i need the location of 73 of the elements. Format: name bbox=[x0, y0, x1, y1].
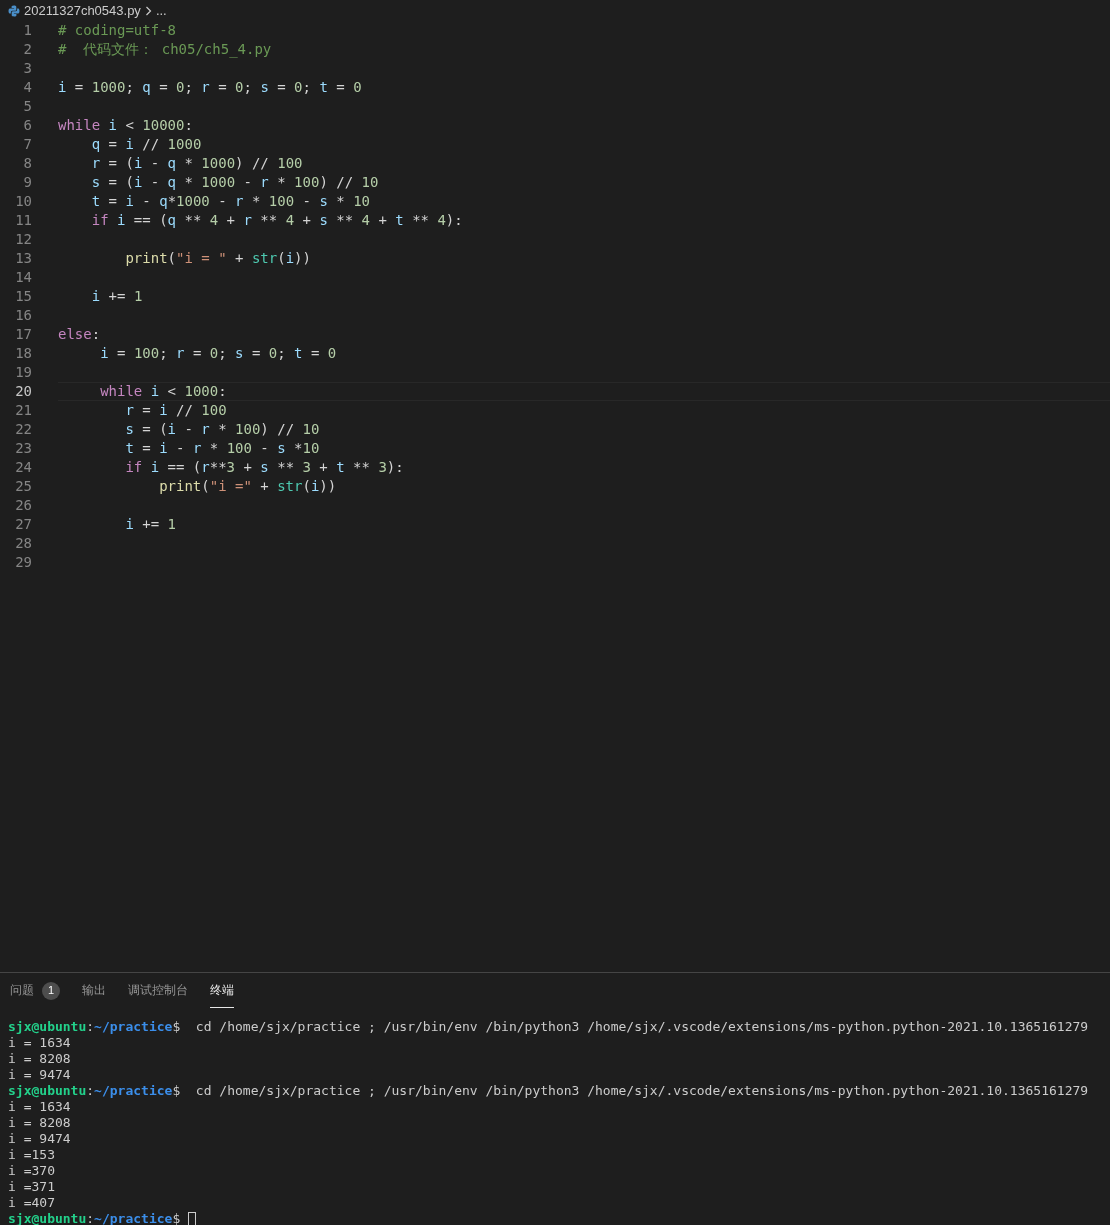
terminal-command: cd /home/sjx/practice ; /usr/bin/env /bin/python3 /home/sjx/.vscode/extensions/ms-python.python-2021.10.1365161279 bbox=[194, 1019, 1089, 1035]
line-number: 5 bbox=[22, 97, 32, 116]
line-number: 22 bbox=[14, 420, 32, 439]
panel-tab[interactable]: 问题 bbox=[10, 973, 34, 1008]
line-number: 23 bbox=[14, 439, 32, 458]
code-line: t = i - q*1000 - r * 100 - s * 10 bbox=[90, 192, 370, 211]
line-number: 11 bbox=[14, 211, 32, 230]
line-number: 3 bbox=[22, 59, 32, 78]
code-line: s = (i - q * 1000 - r * 100) // 10 bbox=[90, 173, 379, 192]
count-badge: 1 bbox=[42, 981, 60, 1000]
terminal-prompt: sjx@ubuntu:~/practice$ bbox=[8, 1019, 181, 1035]
panel-tab[interactable]: 输出 bbox=[82, 973, 106, 1008]
code-line: i = 1000; q = 0; r = 0; s = 0; t = 0 bbox=[58, 78, 362, 97]
code-line: else: bbox=[58, 325, 101, 344]
line-number: 25 bbox=[14, 477, 32, 496]
line-number: 21 bbox=[14, 401, 32, 420]
terminal-output: i = 1634 bbox=[8, 1035, 71, 1051]
code-line: q = i // 1000 bbox=[90, 135, 202, 154]
line-number: 1 bbox=[22, 21, 32, 40]
code-line: t = i - r * 100 - s *10 bbox=[124, 439, 320, 458]
line-number: 27 bbox=[14, 515, 32, 534]
line-number: 10 bbox=[14, 192, 32, 211]
line-number: 17 bbox=[14, 325, 32, 344]
line-number: 9 bbox=[22, 173, 32, 192]
code-comment: # 代码文件： ch05/ch5_4.py bbox=[58, 40, 272, 60]
line-number: 2 bbox=[22, 40, 32, 59]
python-file-icon bbox=[8, 4, 20, 17]
code-line: while i < 10000: bbox=[58, 116, 193, 135]
line-number: 8 bbox=[22, 154, 32, 173]
code-line: r = i // 100 bbox=[124, 401, 227, 420]
line-number: 15 bbox=[14, 287, 32, 306]
code-line: i = 100; r = 0; s = 0; t = 0 bbox=[99, 344, 337, 363]
terminal-output: i =153 bbox=[8, 1147, 55, 1163]
terminal-output: i = 1634 bbox=[8, 1099, 71, 1115]
terminal-prompt: sjx@ubuntu:~/practice$ bbox=[8, 1083, 181, 1099]
terminal-output: i = 8208 bbox=[8, 1051, 71, 1067]
code-line: r = (i - q * 1000) // 100 bbox=[90, 154, 303, 173]
line-number: 6 bbox=[22, 116, 32, 135]
line-number: 12 bbox=[14, 230, 32, 249]
code-comment: # coding=utf-8 bbox=[58, 21, 176, 40]
line-number: 20 bbox=[14, 382, 32, 401]
line-number: 26 bbox=[14, 496, 32, 515]
terminal-output: i = 9474 bbox=[8, 1067, 71, 1083]
code-line: print("i = " + str(i)) bbox=[124, 249, 311, 268]
breadcrumb-file[interactable]: 20211327ch0543.py bbox=[24, 0, 141, 21]
terminal-output: i =370 bbox=[8, 1163, 55, 1179]
code-line: while i < 1000: bbox=[99, 382, 227, 401]
panel-tab[interactable]: 终端 bbox=[210, 973, 234, 1008]
line-number: 18 bbox=[14, 344, 32, 363]
code-line: s = (i - r * 100) // 10 bbox=[124, 420, 320, 439]
line-number: 28 bbox=[14, 534, 32, 553]
terminal-output: i =407 bbox=[8, 1195, 55, 1211]
line-number: 13 bbox=[14, 249, 32, 268]
panel-tab[interactable]: 调试控制台 bbox=[128, 973, 188, 1008]
line-number: 14 bbox=[14, 268, 32, 287]
terminal-output: i =371 bbox=[8, 1179, 55, 1195]
line-number: 29 bbox=[14, 553, 32, 572]
line-number: 4 bbox=[22, 78, 32, 97]
line-number: 19 bbox=[14, 363, 32, 382]
chevron-right-icon bbox=[144, 5, 152, 16]
line-number: 7 bbox=[22, 135, 32, 154]
code-line: if i == (r**3 + s ** 3 + t ** 3): bbox=[124, 458, 404, 477]
terminal-output: i = 9474 bbox=[8, 1131, 71, 1147]
breadcrumb-more[interactable]: ... bbox=[155, 0, 167, 21]
code-line: print("i =" + str(i)) bbox=[158, 477, 337, 496]
line-number: 24 bbox=[14, 458, 32, 477]
terminal-prompt: sjx@ubuntu:~/practice$ bbox=[8, 1211, 181, 1225]
terminal-output: i = 8208 bbox=[8, 1115, 71, 1131]
code-line: i += 1 bbox=[124, 515, 176, 534]
code-line: i += 1 bbox=[90, 287, 143, 306]
code-line: if i == (q ** 4 + r ** 4 + s ** 4 + t ** 4): bbox=[90, 211, 463, 230]
line-number: 16 bbox=[14, 306, 32, 325]
terminal-command: cd /home/sjx/practice ; /usr/bin/env /bin/python3 /home/sjx/.vscode/extensions/ms-python.python-2021.10.1365161279 bbox=[194, 1083, 1089, 1099]
